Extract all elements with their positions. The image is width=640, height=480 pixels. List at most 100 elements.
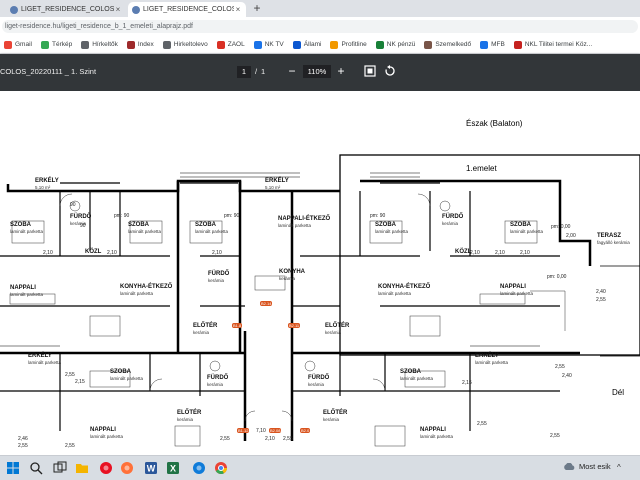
room-label: ERKÉLY (265, 178, 289, 184)
bookmark-label: Állami (303, 41, 322, 48)
bookmark-item[interactable]: Hírkeltők (81, 40, 118, 49)
search-icon[interactable] (29, 461, 43, 475)
bookmark-item[interactable]: MFB (480, 40, 505, 49)
rotate-icon[interactable] (384, 65, 396, 77)
pdf-viewport[interactable]: Észak (Balaton) 1.emelet Dél ERKÉLY 5,10 m² E… (0, 91, 640, 455)
bookmark-label: Szemelkedő (435, 41, 472, 48)
dimension-label: 2,55 (596, 297, 606, 303)
dimension-label: 7,10 (256, 428, 266, 434)
dimension-label: 2,55 (18, 443, 28, 449)
dimension-label: pm: 90 (370, 213, 386, 219)
page-number-input[interactable]: 1 (237, 66, 251, 78)
room-label: KONYHA-ÉTKEZŐ (378, 284, 431, 290)
task-view-icon[interactable] (53, 461, 67, 475)
section-line (600, 265, 640, 357)
room-floor-material: laminált parketta (10, 229, 44, 234)
room-label: TERASZ (597, 233, 621, 239)
bookmark-item[interactable]: Profitline (330, 40, 367, 49)
room-floor-material: kerámia (325, 330, 342, 335)
chrome-icon[interactable] (214, 461, 228, 475)
folder-icon (513, 40, 522, 49)
word-icon[interactable]: W (144, 461, 158, 475)
room-label: KONYHA (279, 269, 306, 275)
show-hidden-icons-icon[interactable]: ^ (617, 463, 621, 472)
bookmark-item[interactable]: Állami (292, 40, 322, 49)
fit-to-page-icon[interactable] (364, 65, 376, 77)
room-floor-material: laminált parketta (110, 376, 144, 381)
room-label: NAPPALI (10, 285, 36, 291)
floor-highlight-frame (339, 154, 640, 356)
north-orientation-label: Észak (Balaton) (466, 119, 523, 128)
dimension-label: 2,55 (65, 443, 75, 449)
room-label: SZOBA (510, 222, 531, 228)
room-floor-material: 5,10 m² (35, 185, 51, 190)
page-total: 1 (261, 67, 266, 76)
room-floor-material: laminált parketta (90, 434, 124, 439)
index-icon (126, 40, 135, 49)
bookmark-item[interactable]: NK pénzü (375, 40, 415, 49)
browser-tab[interactable]: LIGET_RESIDENCE_COLOS_202201 × (6, 2, 126, 17)
unit-marker-badge: B2.08 (269, 428, 282, 433)
room-floor-material: laminált parketta (278, 223, 312, 228)
dimension-label: 2,15 (75, 379, 85, 385)
dimension-label: 2,10 (495, 250, 505, 256)
bookmark-item[interactable]: NKL Tilitei termei Köz... (513, 40, 593, 49)
start-button[interactable] (6, 461, 20, 475)
page-icon (162, 40, 171, 49)
bookmark-item[interactable]: Index (126, 40, 154, 49)
room-floor-material: laminált parketta (195, 229, 229, 234)
room-floor-material: kerámia (323, 417, 340, 422)
svg-text:W: W (147, 464, 156, 474)
dimension-label: pm: 0,00 (547, 274, 567, 280)
room-label: SZOBA (128, 222, 149, 228)
room-label: ELŐTÉR (323, 410, 348, 416)
tab-title: LIGET_RESIDENCE_COLOS_202201 (21, 6, 114, 13)
bookmark-label: NKL Tilitei termei Köz... (524, 41, 593, 48)
bookmark-item[interactable]: Hirkeltolevo (162, 40, 208, 49)
document-title: COLOS_20220111 _ 1. Szint (0, 67, 97, 76)
dimension-label: pm: 0,00 (551, 224, 571, 230)
close-tab-icon[interactable]: × (234, 5, 242, 14)
bookmark-item[interactable]: ZAOL (216, 40, 245, 49)
room-label: SZOBA (375, 222, 396, 228)
bank-icon (375, 40, 384, 49)
room-label: NAPPALI (420, 427, 446, 433)
room-label: SZOBA (400, 369, 421, 375)
dimension-label: 2,55 (65, 372, 75, 378)
zoom-in-button[interactable]: + (334, 63, 348, 79)
mfb-icon (480, 40, 489, 49)
browser-tab-active[interactable]: LIGET_RESIDENCE_COLOS_202201 × (128, 2, 246, 17)
edge-icon[interactable] (192, 461, 206, 475)
room-floor-material: kerámia (207, 382, 224, 387)
dimension-label: 2,15 (462, 380, 472, 386)
bookmark-item[interactable]: NK TV (253, 40, 284, 49)
room-label: SZOBA (110, 369, 131, 375)
close-tab-icon[interactable]: × (114, 5, 122, 14)
maps-icon (40, 40, 49, 49)
bookmark-item[interactable]: Gmail (4, 40, 32, 49)
bookmark-item[interactable]: Térkép (40, 40, 72, 49)
bookmark-item[interactable]: Szemelkedő (424, 40, 472, 49)
zoom-out-button[interactable]: − (285, 63, 299, 79)
zoom-level-input[interactable]: 110% (303, 65, 331, 78)
news-icon (81, 40, 90, 49)
bookmark-label: Hirkeltolevo (173, 41, 208, 48)
file-explorer-icon[interactable] (75, 461, 89, 475)
weather-text: Most esik (579, 462, 611, 471)
profit-icon (330, 40, 339, 49)
room-label: NAPPALI-ÉTKEZŐ (278, 216, 331, 222)
room-label: FÜRDŐ (70, 214, 92, 220)
firefox-icon[interactable] (120, 461, 134, 475)
pdf-toolbar: COLOS_20220111 _ 1. Szint 1 / 1 − 110% + (0, 54, 640, 91)
excel-icon[interactable]: X (166, 461, 180, 475)
gov-icon (292, 40, 301, 49)
dimension-label: 2,40 (562, 373, 572, 379)
dimension-label: 2,10 (470, 250, 480, 256)
room-floor-material: kerámia (193, 330, 210, 335)
dimension-label: 2,10 (107, 250, 117, 256)
rain-cloud-icon (564, 462, 575, 470)
url-field[interactable]: liget-residence.hu/ligeti_residence_b_1_… (2, 20, 638, 33)
opera-icon[interactable] (99, 461, 113, 475)
new-tab-button[interactable]: + (250, 2, 264, 16)
weather-widget[interactable]: Most esik (563, 462, 611, 471)
